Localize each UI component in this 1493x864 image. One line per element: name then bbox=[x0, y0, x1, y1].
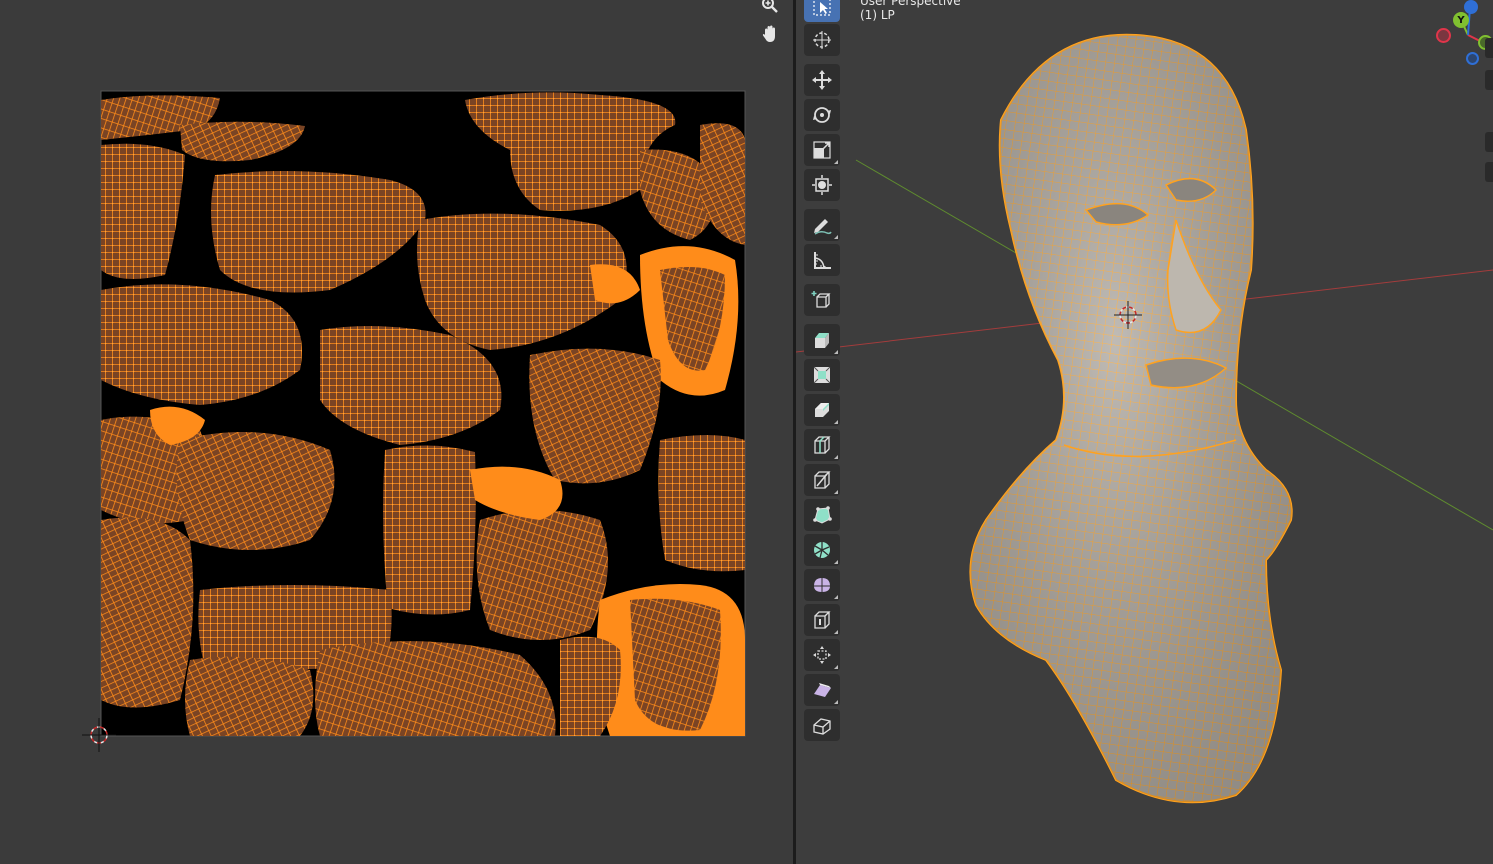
extrude-icon[interactable] bbox=[804, 324, 840, 356]
sidebar-tab-4[interactable] bbox=[1485, 162, 1493, 182]
inset-icon[interactable] bbox=[804, 359, 840, 391]
bevel-icon[interactable] bbox=[804, 394, 840, 426]
viewport-canvas[interactable] bbox=[796, 0, 1493, 864]
sidebar-tab-1[interactable] bbox=[1485, 38, 1493, 58]
transform-icon[interactable] bbox=[804, 169, 840, 201]
sidebar-tab-2[interactable] bbox=[1485, 70, 1493, 90]
view-object: (1) LP bbox=[860, 8, 895, 22]
move-icon[interactable] bbox=[804, 64, 840, 96]
hand-icon[interactable] bbox=[757, 21, 783, 47]
measure-icon[interactable] bbox=[804, 244, 840, 276]
gizmo-y-label: Y bbox=[1457, 14, 1465, 26]
navigation-gizmo[interactable]: Y bbox=[1426, 0, 1493, 80]
gizmo-z-icon[interactable] bbox=[1464, 0, 1478, 14]
uv-editor[interactable] bbox=[0, 0, 793, 864]
edge-slide-icon[interactable] bbox=[804, 604, 840, 636]
uv-canvas[interactable] bbox=[0, 0, 793, 864]
shrink-fatten-icon[interactable] bbox=[804, 639, 840, 671]
rip-icon[interactable] bbox=[804, 709, 840, 741]
3d-viewport[interactable]: User Perspective (1) LP Y bbox=[796, 0, 1493, 864]
shear-icon[interactable] bbox=[804, 674, 840, 706]
select-box-icon[interactable] bbox=[804, 0, 840, 22]
smooth-icon[interactable] bbox=[804, 569, 840, 601]
head-mesh[interactable] bbox=[969, 33, 1293, 804]
knife-icon[interactable] bbox=[804, 464, 840, 496]
gizmo-y-icon[interactable]: Y bbox=[1453, 12, 1469, 28]
cursor-icon[interactable] bbox=[804, 24, 840, 56]
gizmo-neg-x-icon[interactable] bbox=[1436, 28, 1451, 43]
sidebar-tab-3[interactable] bbox=[1485, 132, 1493, 152]
view-info: User Perspective (1) LP bbox=[860, 0, 961, 22]
scale-icon[interactable] bbox=[804, 134, 840, 166]
poly-build-icon[interactable] bbox=[804, 499, 840, 531]
add-cube-icon[interactable] bbox=[804, 284, 840, 316]
loop-cut-icon[interactable] bbox=[804, 429, 840, 461]
spin-icon[interactable] bbox=[804, 534, 840, 566]
view-title: User Perspective bbox=[860, 0, 961, 8]
rotate-icon[interactable] bbox=[804, 99, 840, 131]
gizmo-neg-z-icon[interactable] bbox=[1466, 52, 1479, 65]
annotate-icon[interactable] bbox=[804, 209, 840, 241]
